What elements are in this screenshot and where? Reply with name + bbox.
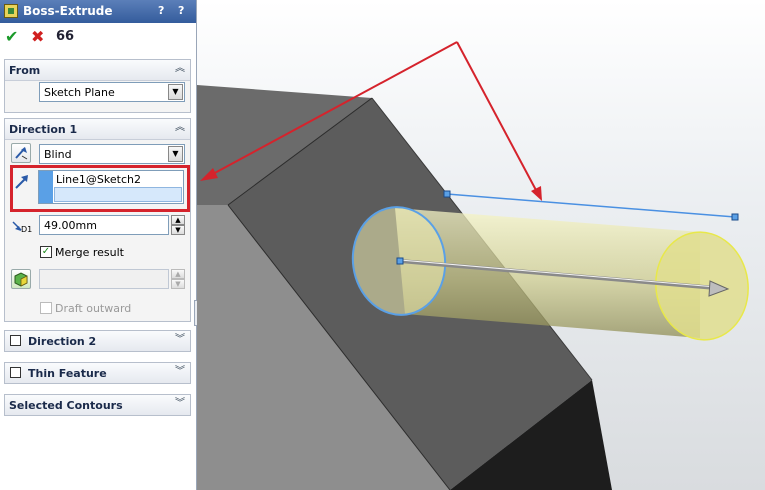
help-icon[interactable]: ?: [158, 4, 164, 17]
merge-result-checkbox[interactable]: ✓: [40, 246, 52, 258]
property-manager: Boss-Extrude ? ? ✔ ✖ 66 From ︽ Sketch Pl…: [0, 0, 197, 490]
ok-icon[interactable]: ✔: [5, 27, 18, 47]
reverse-direction-icon[interactable]: [11, 143, 31, 163]
depth-input[interactable]: 49.00mm: [39, 215, 169, 235]
group-direction1-label: Direction 1: [9, 123, 78, 136]
depth-spin-up[interactable]: ▲: [171, 215, 185, 225]
group-selected-contours-header[interactable]: Selected Contours ︾: [5, 395, 190, 415]
annotation-highlight-box: [10, 165, 190, 212]
from-select-value: Sketch Plane: [44, 86, 115, 99]
panel-title: Boss-Extrude: [23, 4, 113, 18]
draft-toggle-icon[interactable]: [11, 269, 31, 289]
group-selected-contours[interactable]: Selected Contours ︾: [4, 394, 191, 416]
chevron-up-icon[interactable]: ︽: [174, 122, 186, 134]
group-selected-contours-label: Selected Contours: [9, 399, 123, 412]
extrude-feature-icon: [4, 4, 18, 18]
draft-outward-checkbox: [40, 302, 52, 314]
chevron-down-double-icon[interactable]: ︾: [174, 398, 186, 410]
preview-glasses-icon[interactable]: 66: [56, 27, 74, 47]
action-bar: ✔ ✖ 66: [0, 27, 196, 49]
group-thin-feature[interactable]: Thin Feature ︾: [4, 362, 191, 384]
group-direction1-header[interactable]: Direction 1 ︽: [5, 119, 190, 140]
end-condition-select[interactable]: Blind ▼: [39, 144, 185, 164]
group-from-label: From: [9, 64, 41, 77]
chevron-down-icon[interactable]: ▼: [168, 84, 183, 100]
group-thin-feature-header[interactable]: Thin Feature ︾: [5, 363, 190, 383]
draft-spin-up: ▲: [171, 269, 185, 279]
title-bar: Boss-Extrude ? ?: [0, 0, 196, 23]
annotation-arrow-to-line: [456, 41, 538, 193]
sketch-center-point: [396, 257, 404, 265]
from-select[interactable]: Sketch Plane ▼: [39, 82, 185, 102]
depth-icon: D1: [11, 218, 33, 236]
group-direction1: Direction 1 ︽ Blind ▼ D1 49.00mm ▲ ▼ ✓ M…: [4, 118, 191, 322]
group-direction2-header[interactable]: Direction 2 ︾: [5, 331, 190, 351]
chevron-down-icon[interactable]: ▼: [168, 146, 183, 162]
sketch-line-start-point: [443, 190, 451, 198]
cancel-icon[interactable]: ✖: [31, 27, 44, 47]
group-from-header[interactable]: From ︽: [5, 60, 190, 81]
end-condition-value: Blind: [44, 148, 72, 161]
graphics-viewport[interactable]: [197, 0, 765, 490]
draft-angle-input: [39, 269, 169, 289]
draft-spin-down: ▼: [171, 279, 185, 289]
draft-outward-label: Draft outward: [55, 302, 132, 315]
depth-value: 49.00mm: [44, 219, 97, 232]
sketch-line-reference: [446, 193, 736, 218]
group-from: From ︽ Sketch Plane ▼: [4, 59, 191, 113]
group-direction2[interactable]: Direction 2 ︾: [4, 330, 191, 352]
direction2-checkbox[interactable]: [10, 335, 21, 346]
chevron-up-icon[interactable]: ︽: [174, 63, 186, 75]
pin-icon[interactable]: ?: [178, 4, 184, 17]
group-thin-feature-label: Thin Feature: [28, 367, 107, 380]
merge-result-label: Merge result: [55, 246, 124, 259]
sketch-line-end-point: [731, 213, 739, 221]
group-direction2-label: Direction 2: [28, 335, 97, 348]
depth-icon-label: D1: [21, 225, 33, 234]
thin-feature-checkbox[interactable]: [10, 367, 21, 378]
chevron-down-double-icon[interactable]: ︾: [174, 334, 186, 346]
depth-spin-down[interactable]: ▼: [171, 225, 185, 235]
chevron-down-double-icon[interactable]: ︾: [174, 366, 186, 378]
